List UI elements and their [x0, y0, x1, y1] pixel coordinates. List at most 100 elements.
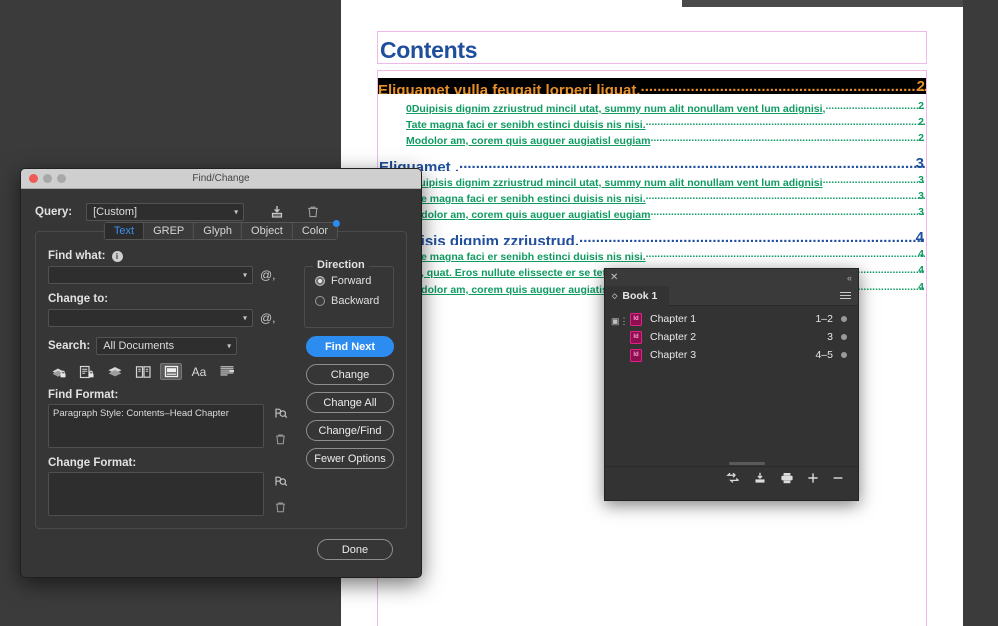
book-document-row[interactable]: Id Chapter 2 3	[605, 328, 858, 346]
toc-entry[interactable]: 0Duipisis dignim zzriustrud. ...........…	[379, 229, 925, 245]
include-hidden-layers-icon[interactable]	[104, 363, 126, 380]
book-panel[interactable]: ✕ « ◇ Book 1 ▣⋮ Id Chapter 1 1–2 Id Chapter …	[604, 268, 859, 501]
book-document-row[interactable]: Id Chapter 3 4–5	[605, 346, 858, 364]
clear-change-format-icon[interactable]	[272, 499, 289, 516]
panel-menu-icon[interactable]	[840, 291, 851, 300]
toc-entry[interactable]: 0Duipisis dignim zzriustrud mincil utat,…	[379, 100, 925, 116]
include-footnotes-icon[interactable]	[160, 363, 182, 380]
tab-book-1[interactable]: ◇ Book 1	[605, 285, 670, 306]
search-scope-select[interactable]: All Documents ▾	[96, 337, 238, 355]
specify-change-format-icon[interactable]	[272, 472, 289, 489]
tab-color[interactable]: Color	[292, 220, 341, 239]
change-button[interactable]: Change	[306, 364, 394, 385]
find-format-box[interactable]: Paragraph Style: Contents–Head Chapter	[48, 404, 264, 448]
toc-page-number: 3	[918, 206, 924, 218]
toc-entry[interactable]: Tate magna faci er senibh estinci duisis…	[379, 190, 925, 206]
tab-object[interactable]: Object	[242, 223, 293, 239]
save-book-icon[interactable]	[753, 472, 767, 484]
done-button[interactable]: Done	[317, 539, 393, 560]
remove-document-icon[interactable]	[832, 472, 844, 484]
book-document-pages: 1–2	[815, 313, 833, 325]
page-title: Contents	[380, 37, 478, 63]
toc-entry[interactable]: Eliquamet vulla feugait lorperi liquat. …	[378, 78, 926, 94]
toc-entry[interactable]: 0Duipisis dignim zzriustrud mincil utat,…	[379, 174, 925, 190]
toc-entry[interactable]: Modolor am, corem quis auguer augiatisl …	[379, 132, 925, 148]
find-change-dialog[interactable]: Find/Change Query: [Custom] ▾ Text GREP …	[20, 168, 422, 578]
query-label: Query:	[35, 206, 73, 218]
toc-entry-text: 0Duipisis dignim zzriustrud mincil utat,…	[406, 177, 823, 189]
book-document-row[interactable]: Id Chapter 1 1–2	[605, 310, 858, 328]
dialog-titlebar[interactable]: Find/Change	[21, 169, 421, 189]
special-characters-change-icon[interactable]: @,	[260, 311, 276, 325]
find-format-actions	[272, 404, 289, 448]
delete-query-icon[interactable]	[304, 204, 321, 221]
dialog-title: Find/Change	[192, 173, 250, 184]
radio-backward[interactable]: Backward	[315, 295, 393, 307]
specify-find-format-icon[interactable]	[272, 404, 289, 421]
toc-entry[interactable]: Eliquamet . ............................…	[379, 155, 925, 171]
horizontal-scrollbar[interactable]	[729, 462, 765, 465]
tab-color-label: Color	[301, 225, 329, 237]
search-scope-value: All Documents	[103, 340, 175, 352]
radio-forward-indicator	[315, 276, 325, 286]
book-document-list[interactable]: ▣⋮ Id Chapter 1 1–2 Id Chapter 2 3 Id Chapter 3…	[605, 310, 858, 466]
info-icon[interactable]: i	[111, 250, 123, 262]
chevron-down-icon: ▾	[234, 207, 239, 217]
chevron-down-icon[interactable]: ▾	[243, 314, 247, 323]
change-all-button[interactable]: Change All	[306, 392, 394, 413]
save-query-icon[interactable]	[268, 204, 285, 221]
query-row: Query: [Custom] ▾	[35, 203, 407, 221]
toc-entry[interactable]: Modolor am, corem quis auguer augiatisl …	[379, 206, 925, 222]
tab-glyph-label: Glyph	[203, 225, 233, 237]
book-document-status-icon	[841, 334, 847, 340]
change-to-input[interactable]: ▾	[48, 309, 253, 327]
radio-backward-label: Backward	[331, 295, 380, 307]
toc-leader-dots: ........................................…	[579, 229, 925, 245]
tab-object-label: Object	[251, 225, 283, 237]
query-select[interactable]: [Custom] ▾	[86, 203, 245, 221]
book-document-pages: 3	[827, 331, 833, 343]
close-icon[interactable]: ✕	[610, 272, 618, 283]
toc-page-number: 2	[916, 78, 925, 94]
include-master-pages-icon[interactable]	[132, 363, 154, 380]
fewer-options-button[interactable]: Fewer Options	[306, 448, 394, 469]
chevron-down-icon[interactable]: ▾	[243, 271, 247, 280]
tab-text[interactable]: Text	[104, 223, 145, 239]
whole-word-icon[interactable]	[216, 363, 238, 380]
color-tab-badge-icon	[333, 220, 341, 227]
radio-forward[interactable]: Forward	[315, 275, 393, 287]
direction-group: Direction Forward Backward	[304, 259, 394, 328]
tab-glyph[interactable]: Glyph	[194, 223, 243, 239]
special-characters-find-icon[interactable]: @,	[260, 268, 276, 282]
toc-leader-dots: ........................................…	[650, 206, 925, 218]
indesign-document-icon: Id	[630, 312, 642, 326]
book-panel-titlebar[interactable]: ✕ «	[605, 269, 858, 286]
book-document-name: Chapter 2	[650, 331, 697, 343]
print-book-icon[interactable]	[780, 472, 794, 484]
change-format-box[interactable]	[48, 472, 264, 516]
toc-page-number: 4	[918, 281, 924, 293]
screen: Contents Eliquamet vulla feugait lorperi…	[0, 0, 998, 626]
toc-entry-text: Eliquamet vulla feugait lorperi liquat.	[378, 82, 641, 94]
case-sensitive-icon[interactable]: Aa	[188, 363, 210, 380]
include-locked-layers-icon[interactable]	[48, 363, 70, 380]
toc-entry-text: Modolor am, corem quis auguer augiatisl …	[406, 135, 651, 147]
sync-book-icon[interactable]	[726, 472, 740, 484]
clear-find-format-icon[interactable]	[272, 431, 289, 448]
find-what-input[interactable]: ▾	[48, 266, 253, 284]
toc-entry-text: Modolor am, corem quis auguer augiatisl …	[406, 209, 651, 221]
collapse-panel-icon[interactable]: «	[847, 273, 852, 283]
toc-entry-text: Tate magna faci er senibh estinci duisis…	[406, 251, 646, 263]
tab-book-1-label: Book 1	[622, 289, 658, 302]
find-next-button[interactable]: Find Next	[306, 336, 394, 357]
find-change-panel: Text GREP Glyph Object Color Direction F…	[35, 220, 407, 529]
change-find-button[interactable]: Change/Find	[306, 420, 394, 441]
toc-entry[interactable]: Tate magna faci er senibh estinci duisis…	[379, 116, 925, 132]
toc-page-number: 3	[915, 155, 924, 171]
add-document-icon[interactable]	[807, 472, 819, 484]
tab-grep[interactable]: GREP	[144, 223, 195, 239]
toc-entry[interactable]: Tate magna faci er senibh estinci duisis…	[379, 248, 925, 264]
include-locked-stories-icon[interactable]	[76, 363, 98, 380]
toc-entry-text: Tate magna faci er senibh estinci duisis…	[406, 119, 646, 131]
toc-entry-text: 0Duipisis dignim zzriustrud mincil utat,…	[406, 103, 826, 115]
